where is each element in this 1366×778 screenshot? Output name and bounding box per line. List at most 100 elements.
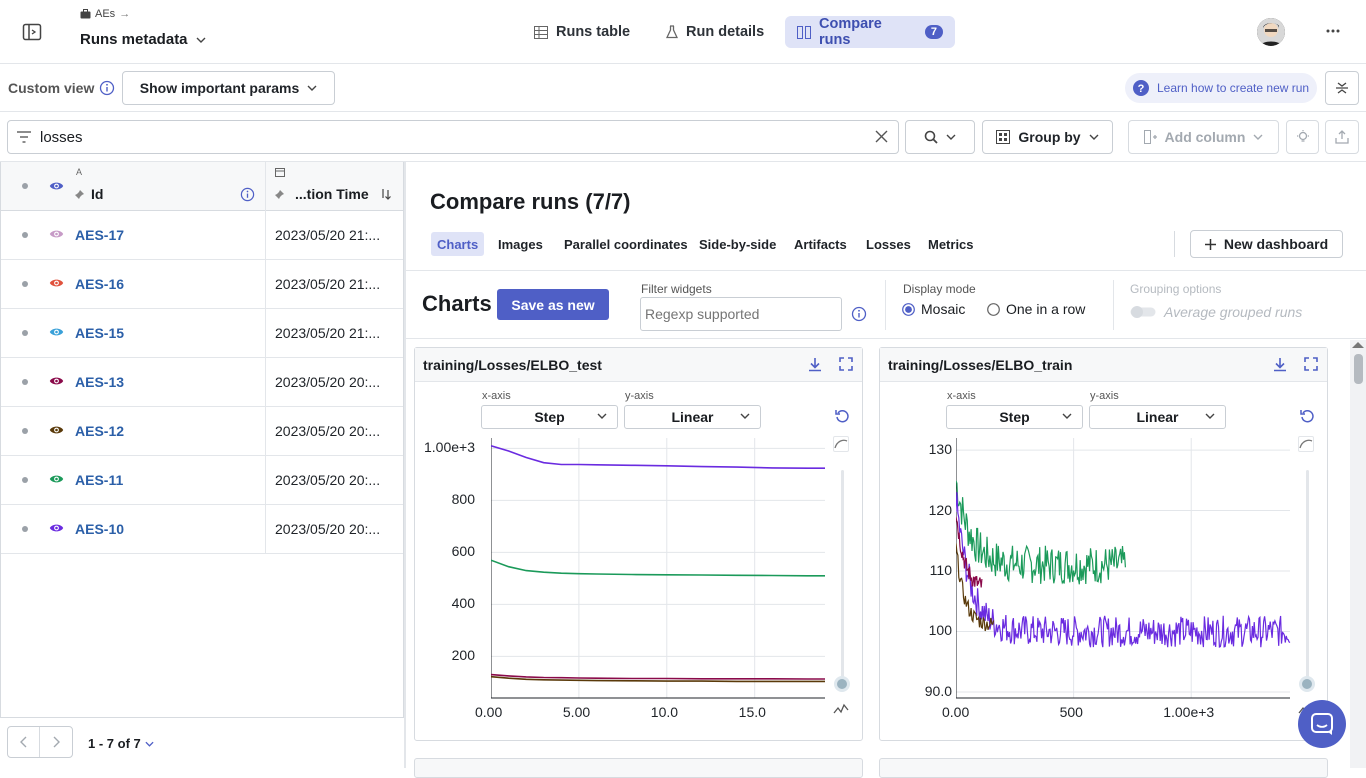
row-select-dot[interactable]	[22, 477, 28, 483]
run-id-link[interactable]: AES-16	[75, 276, 124, 292]
row-select-dot[interactable]	[22, 526, 28, 532]
pin-icon[interactable]	[274, 189, 285, 200]
next-page-button[interactable]	[40, 727, 72, 757]
run-id-link[interactable]: AES-17	[75, 227, 124, 243]
suggestions-button[interactable]	[1286, 120, 1319, 154]
page-title[interactable]: Runs metadata	[80, 31, 206, 48]
eye-icon[interactable]	[49, 522, 64, 534]
info-icon[interactable]	[240, 187, 255, 202]
eye-icon[interactable]	[49, 375, 64, 387]
raw-line-icon[interactable]	[833, 702, 849, 716]
resize-handle[interactable]	[404, 162, 406, 768]
info-icon[interactable]	[99, 80, 115, 96]
eye-icon[interactable]	[49, 180, 64, 192]
group-by-button[interactable]: Group by	[982, 120, 1113, 154]
page-title-label: Runs metadata	[80, 31, 188, 48]
line-chart[interactable]	[491, 438, 827, 700]
table-row[interactable]: AES-11 2023/05/20 20:...	[1, 456, 403, 505]
page-range-select[interactable]: 1 - 7 of 7	[88, 736, 154, 751]
learn-link[interactable]: ? Learn how to create new run	[1125, 73, 1317, 103]
save-as-new-button[interactable]: Save as new	[497, 289, 609, 320]
mode-mosaic-radio[interactable]: Mosaic	[902, 301, 965, 317]
export-button[interactable]	[1325, 120, 1359, 154]
reset-zoom-icon[interactable]	[1300, 409, 1315, 424]
filter-widgets-input[interactable]	[640, 297, 842, 331]
sort-desc-icon[interactable]	[380, 188, 392, 200]
table-row[interactable]: AES-12 2023/05/20 20:...	[1, 407, 403, 456]
chat-button[interactable]	[1298, 700, 1346, 748]
tab-images[interactable]: Images	[492, 232, 549, 256]
tab-runs-table[interactable]: Runs table	[522, 16, 642, 48]
tab-run-details[interactable]: Run details	[654, 16, 776, 48]
run-id-link[interactable]: AES-11	[75, 472, 123, 488]
eye-icon[interactable]	[49, 277, 64, 289]
smoothing-slider-track[interactable]	[1306, 470, 1309, 680]
avatar[interactable]	[1257, 18, 1285, 46]
tab-parallel-coordinates[interactable]: Parallel coordinates	[558, 232, 694, 256]
y-axis-select[interactable]: Linear	[624, 405, 761, 429]
clear-icon[interactable]	[875, 130, 888, 143]
breadcrumb[interactable]: AEs →	[80, 8, 130, 20]
search-mode-button[interactable]	[905, 120, 975, 154]
search-input[interactable]: losses	[7, 120, 899, 154]
x-axis-label: x-axis	[482, 390, 511, 402]
eye-icon[interactable]	[49, 326, 64, 338]
eye-icon[interactable]	[49, 228, 64, 240]
plus-icon	[1204, 238, 1216, 250]
lightbulb-icon	[1296, 130, 1309, 144]
column-header-time[interactable]: ...tion Time	[295, 186, 369, 202]
scrollbar-thumb[interactable]	[1354, 354, 1363, 384]
download-icon[interactable]	[808, 357, 822, 372]
run-id-link[interactable]: AES-13	[75, 374, 124, 390]
x-axis-select[interactable]: Step	[481, 405, 618, 429]
pin-icon[interactable]	[74, 189, 85, 200]
eye-icon[interactable]	[49, 424, 64, 436]
scrollbar-track[interactable]	[1350, 340, 1366, 768]
run-id-link[interactable]: AES-15	[75, 325, 124, 341]
y-axis-select[interactable]: Linear	[1089, 405, 1226, 429]
more-options-icon[interactable]	[1326, 29, 1340, 33]
run-id-link[interactable]: AES-10	[75, 521, 124, 537]
mode-row-radio[interactable]: One in a row	[987, 301, 1085, 317]
row-select-dot[interactable]	[22, 232, 28, 238]
fullscreen-icon[interactable]	[1304, 357, 1318, 371]
row-select-dot[interactable]	[22, 428, 28, 434]
table-row[interactable]: AES-16 2023/05/20 21:...	[1, 260, 403, 309]
smoothing-slider-track[interactable]	[841, 470, 844, 680]
smoothing-slider-handle[interactable]	[834, 676, 850, 692]
sidebar-toggle-icon[interactable]	[22, 22, 42, 42]
smoothing-icon[interactable]	[1298, 436, 1314, 452]
smoothing-slider-handle[interactable]	[1299, 676, 1315, 692]
scroll-up-icon[interactable]	[1352, 342, 1364, 348]
column-header-id[interactable]: Id	[91, 186, 103, 202]
add-column-button[interactable]: Add column	[1128, 120, 1279, 154]
x-axis-select[interactable]: Step	[946, 405, 1083, 429]
line-chart[interactable]	[956, 438, 1292, 700]
smoothing-icon[interactable]	[833, 436, 849, 452]
tab-charts[interactable]: Charts	[431, 232, 485, 256]
row-select-dot[interactable]	[22, 379, 28, 385]
row-select-dot[interactable]	[22, 330, 28, 336]
tab-metrics[interactable]: Metrics	[922, 232, 980, 256]
eye-icon[interactable]	[49, 473, 64, 485]
new-dashboard-button[interactable]: New dashboard	[1190, 230, 1343, 258]
row-select-dot[interactable]	[22, 281, 28, 287]
table-row[interactable]: AES-17 2023/05/20 21:...	[1, 211, 403, 260]
collapse-button[interactable]	[1325, 71, 1359, 105]
average-toggle[interactable]: Average grouped runs	[1130, 304, 1302, 320]
reset-zoom-icon[interactable]	[835, 409, 850, 424]
prev-page-button[interactable]	[8, 727, 40, 757]
project-path[interactable]: AEs	[95, 8, 115, 20]
tab-artifacts[interactable]: Artifacts	[788, 232, 853, 256]
info-icon[interactable]	[851, 306, 867, 322]
run-id-link[interactable]: AES-12	[75, 423, 124, 439]
view-select[interactable]: Show important params	[122, 71, 335, 105]
tab-compare-runs[interactable]: Compare runs 7	[785, 16, 955, 48]
tab-losses[interactable]: Losses	[860, 232, 917, 256]
table-row[interactable]: AES-15 2023/05/20 21:...	[1, 309, 403, 358]
table-row[interactable]: AES-10 2023/05/20 20:...	[1, 505, 403, 554]
tab-side-by-side[interactable]: Side-by-side	[693, 232, 782, 256]
download-icon[interactable]	[1273, 357, 1287, 372]
fullscreen-icon[interactable]	[839, 357, 853, 371]
table-row[interactable]: AES-13 2023/05/20 20:...	[1, 358, 403, 407]
